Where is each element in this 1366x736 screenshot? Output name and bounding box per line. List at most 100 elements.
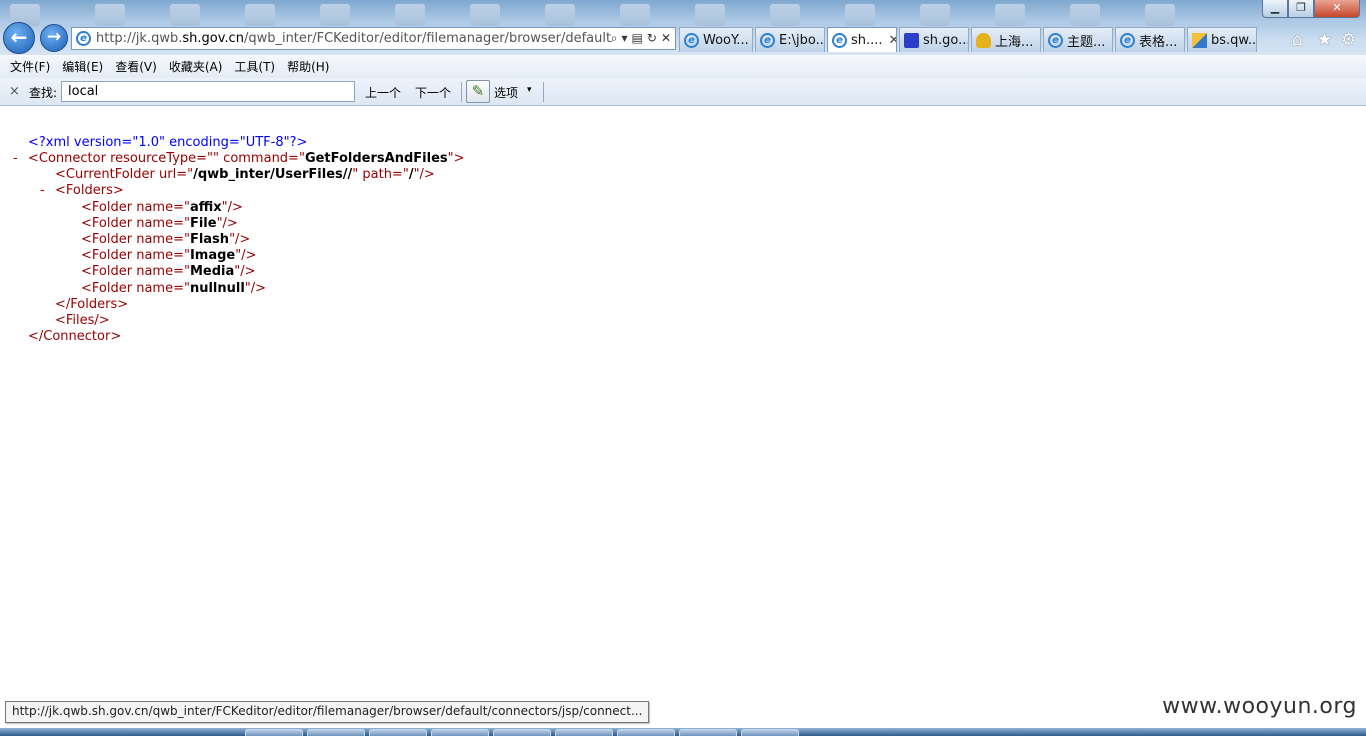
- xml-token: "/>: [413, 167, 435, 182]
- xml-token: command=": [223, 151, 305, 166]
- xml-token: Flash: [189, 232, 230, 247]
- ie-page-icon: e: [76, 31, 91, 46]
- tab-label: bs.qw...: [1211, 32, 1257, 48]
- minimize-button[interactable]: ▁: [1262, 0, 1288, 18]
- ie-icon: e: [684, 32, 699, 48]
- find-separator: [543, 82, 544, 102]
- find-previous-button[interactable]: 上一个: [365, 84, 401, 101]
- xml-token: url=": [159, 167, 194, 182]
- xml-line: <Folder name="Media"/>: [81, 264, 256, 280]
- status-url-tooltip: http://jk.qwb.sh.gov.cn/qwb_inter/FCKedi…: [5, 701, 650, 723]
- menu-file[interactable]: 文件(F): [4, 56, 56, 78]
- arrow-right-icon: →: [46, 27, 62, 47]
- xml-token: "/>: [234, 264, 256, 279]
- tab-strip: e WooY... e E:\jbo... e sh.... ✕ sh.go..…: [679, 27, 1259, 52]
- tab-wooyun[interactable]: e WooY...: [679, 27, 753, 52]
- tab-label: sh....: [851, 32, 883, 48]
- tab-table[interactable]: e 表格...: [1115, 27, 1185, 52]
- xml-token: "/>: [229, 232, 251, 247]
- arrow-left-icon: ←: [10, 25, 28, 49]
- xml-token: <Files/>: [55, 313, 110, 328]
- options-caret-icon[interactable]: ▾: [527, 85, 532, 95]
- xml-line: <Folders>: [55, 183, 124, 199]
- xml-token: <Folder: [81, 216, 137, 231]
- xml-token: affix: [189, 200, 222, 215]
- home-icon[interactable]: ⌂: [1292, 30, 1303, 50]
- xml-line: <?xml version="1.0" encoding="UTF-8"?>: [28, 135, 307, 151]
- xml-line: <Folder name="Flash"/>: [81, 232, 250, 248]
- xml-token: "/>: [221, 200, 243, 215]
- address-bar[interactable]: e http://jk.qwb.sh.gov.cn/qwb_inter/FCKe…: [71, 27, 676, 50]
- maximize-button[interactable]: ❐: [1288, 0, 1314, 18]
- collapse-toggle-folders[interactable]: -: [40, 183, 45, 199]
- watermark: www.wooyun.org: [1162, 694, 1357, 719]
- find-next-button[interactable]: 下一个: [415, 84, 451, 101]
- tools-gear-icon[interactable]: ⚙: [1341, 30, 1356, 50]
- refresh-icon[interactable]: ↻: [647, 31, 657, 46]
- dropdown-arrow-icon[interactable]: ▾: [622, 31, 628, 46]
- xml-line: <Folder name="Image"/>: [81, 248, 257, 264]
- xml-token: ": [213, 151, 224, 166]
- highlighter-pen-icon: ✎: [471, 82, 485, 100]
- xml-token: name=": [136, 232, 190, 247]
- xml-token: name=": [136, 200, 190, 215]
- tab-close-icon[interactable]: ✕: [889, 33, 896, 48]
- close-window-button[interactable]: ✕: [1314, 0, 1360, 18]
- highlight-matches-button[interactable]: ✎: [466, 80, 490, 103]
- xml-token: path=": [362, 167, 409, 182]
- address-tools: ⌕ ▾ ▤ ↻ ✕: [611, 31, 675, 46]
- menu-help[interactable]: 帮助(H): [281, 56, 335, 78]
- xml-token: <Folder: [81, 248, 137, 263]
- xml-token: nullnull: [189, 281, 245, 296]
- xml-token: </Connector>: [28, 329, 122, 344]
- xml-line: </Folders>: [55, 297, 128, 313]
- tab-label: E:\jbo...: [779, 32, 825, 48]
- search-icon[interactable]: ⌕: [611, 31, 618, 46]
- xml-token: <Folder: [81, 264, 137, 279]
- xml-line: <Folder name="nullnull"/>: [81, 281, 266, 297]
- menu-edit[interactable]: 编辑(E): [56, 56, 109, 78]
- tab-current[interactable]: e sh.... ✕: [827, 27, 897, 52]
- find-options-button[interactable]: 选项: [494, 84, 518, 101]
- xml-token: GetFoldersAndFiles: [304, 151, 448, 166]
- tab-topic[interactable]: e 主题...: [1043, 27, 1113, 52]
- compatibility-view-icon[interactable]: ▤: [632, 31, 643, 46]
- xml-token: <Connector: [28, 151, 111, 166]
- close-find-icon[interactable]: ×: [9, 84, 20, 99]
- forward-button[interactable]: →: [40, 24, 68, 52]
- menu-bar: 文件(F) 编辑(E) 查看(V) 收藏夹(A) 工具(T) 帮助(H): [0, 55, 1366, 78]
- window-controls: ▁ ❐ ✕: [1262, 0, 1360, 18]
- menu-view[interactable]: 查看(V): [109, 56, 163, 78]
- desktop-background-strip: [0, 0, 1366, 26]
- tab-shanghai[interactable]: 上海...: [971, 27, 1041, 52]
- xml-token: </Folders>: [55, 297, 129, 312]
- xml-token: Image: [189, 248, 236, 263]
- xml-token: <Folder: [81, 232, 137, 247]
- xml-document: - - <?xml version="1.0" encoding="UTF-8"…: [0, 106, 1366, 700]
- stop-icon[interactable]: ✕: [661, 31, 671, 46]
- tab-label: 上海...: [995, 34, 1034, 50]
- collapse-toggle-connector[interactable]: -: [13, 151, 18, 167]
- xml-line: <Folder name="affix"/>: [81, 200, 243, 216]
- menu-tools[interactable]: 工具(T): [228, 56, 281, 78]
- xml-token: ">: [447, 151, 465, 166]
- menu-favorites[interactable]: 收藏夹(A): [163, 56, 229, 78]
- tab-local-file[interactable]: e E:\jbo...: [755, 27, 825, 52]
- address-url[interactable]: http://jk.qwb.sh.gov.cn/qwb_inter/FCKedi…: [96, 31, 611, 46]
- find-input[interactable]: [61, 81, 355, 102]
- xml-token: <CurrentFolder: [55, 167, 160, 182]
- xml-line: <CurrentFolder url="/qwb_inter/UserFiles…: [55, 167, 435, 183]
- xml-token: <?xml version="1.0" encoding="UTF-8"?>: [28, 135, 308, 150]
- favorites-icon[interactable]: ★: [1317, 30, 1332, 50]
- xml-line: <Files/>: [55, 313, 110, 329]
- xml-line: </Connector>: [28, 329, 121, 345]
- xml-token: name=": [136, 216, 190, 231]
- ie-icon: e: [760, 32, 775, 48]
- paw-icon: [904, 32, 919, 48]
- xml-token: name=": [136, 281, 190, 296]
- xml-token: "/>: [244, 281, 267, 296]
- taskbar: [0, 728, 1366, 736]
- tab-bs-qwb[interactable]: bs.qw...: [1187, 27, 1257, 52]
- back-button[interactable]: ←: [3, 22, 35, 54]
- tab-baidu-search[interactable]: sh.go...: [899, 27, 969, 52]
